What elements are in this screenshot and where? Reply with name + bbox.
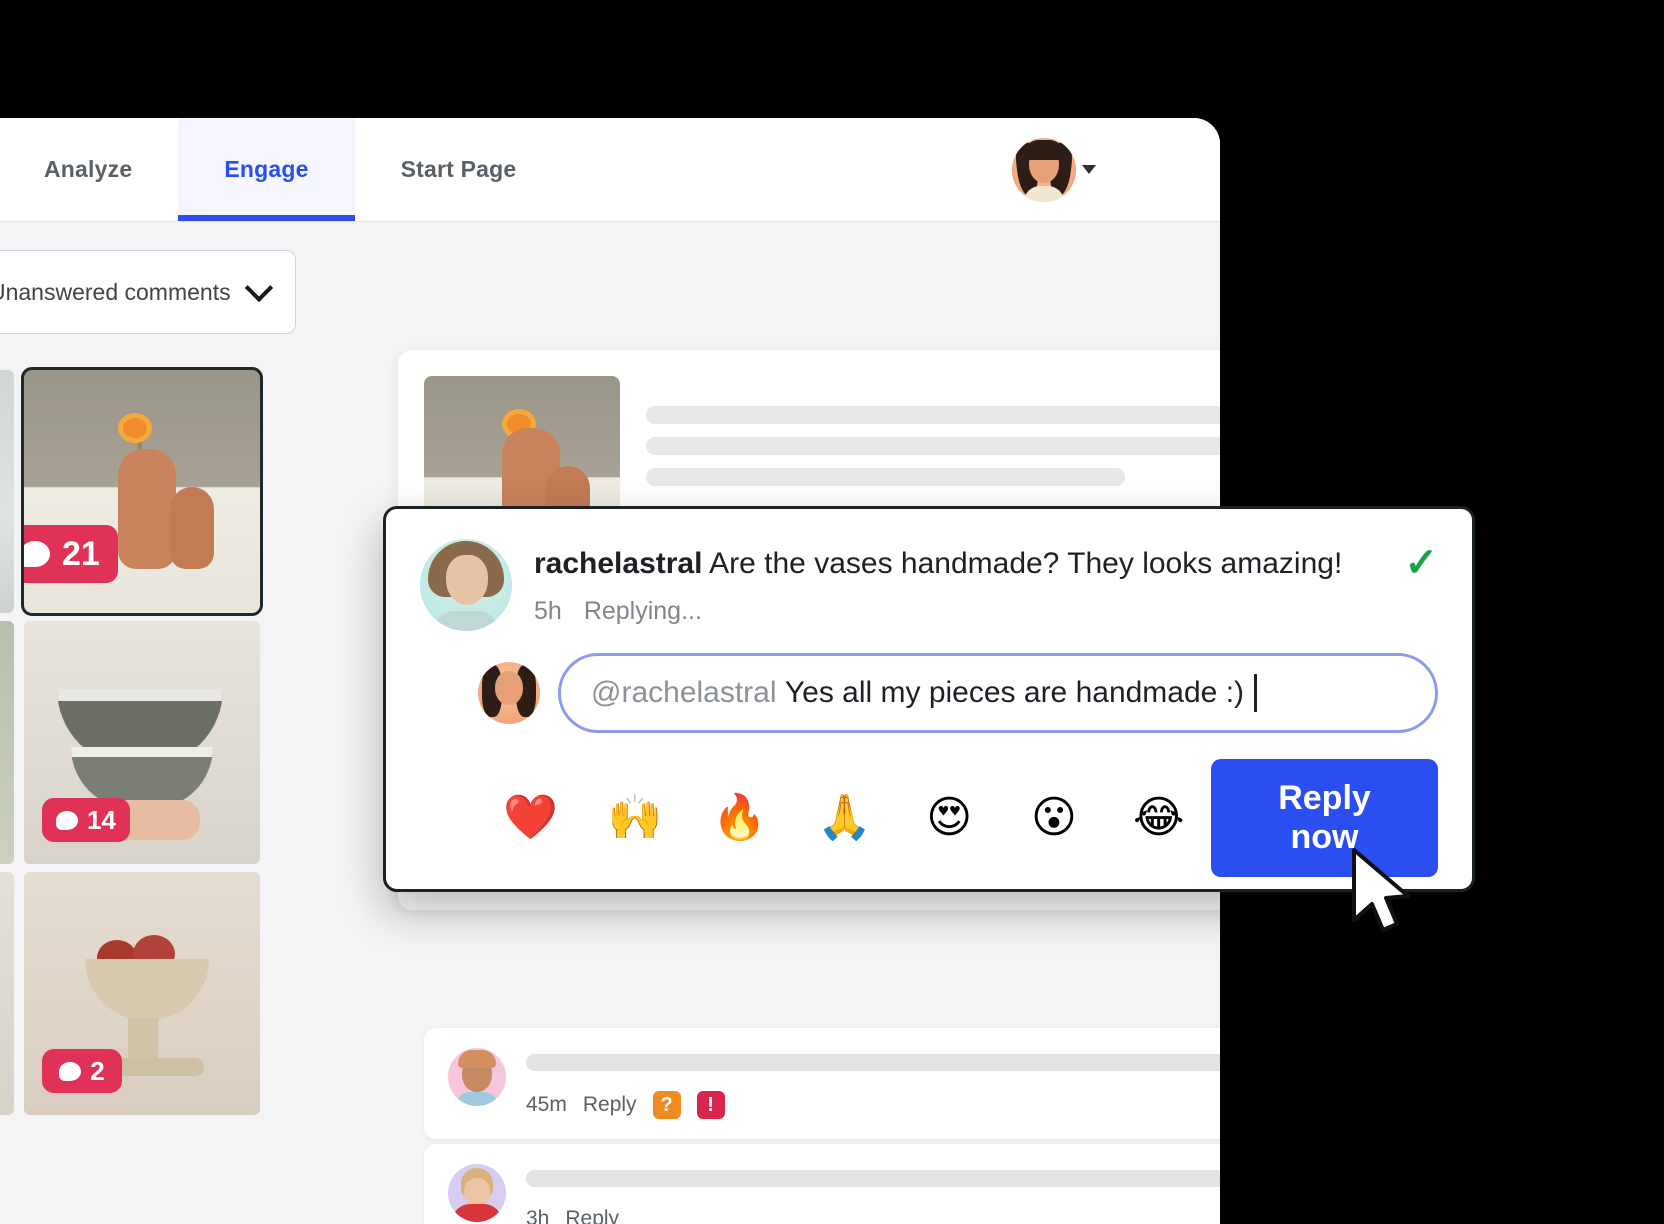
replying-status: Replying... — [583, 596, 702, 625]
avatar — [478, 662, 540, 724]
caption-line — [646, 468, 1125, 486]
open-mouth-emoji[interactable]: 😮 — [1002, 796, 1107, 840]
caption-line — [646, 406, 1220, 424]
comment-count-value: 14 — [87, 804, 116, 835]
folded-hands-emoji[interactable]: 🙏 — [792, 796, 897, 840]
tab-analyze-label: Analyze — [44, 156, 133, 182]
reply-link[interactable]: Reply — [565, 1207, 619, 1224]
comment-bubble-icon — [24, 541, 50, 567]
red-heart-emoji[interactable]: ❤️ — [478, 796, 583, 840]
caret-down-icon[interactable] — [1082, 165, 1096, 174]
comment-meta: 3h Reply — [526, 1207, 1220, 1224]
thumbnail-hands-bowls[interactable]: 14 — [24, 621, 260, 864]
comment-count-value: 2 — [90, 1055, 105, 1086]
comment-count-value: 21 — [62, 534, 100, 573]
comment-time: 3h — [526, 1207, 550, 1224]
reply-panel: rachelastral Are the vases handmade? The… — [383, 506, 1475, 892]
reply-now-button[interactable]: Reply now — [1211, 759, 1438, 877]
thumbnail-apple-bowl[interactable]: 2 — [24, 872, 260, 1115]
text-cursor — [1254, 674, 1258, 712]
reply-input-value: Yes all my pieces are handmade :) — [784, 676, 1245, 709]
mention-prefix: @rachelastral — [591, 676, 777, 709]
tab-analyze[interactable]: Analyze — [0, 118, 178, 221]
unanswered-comments-filter[interactable]: 56 Unanswered comments — [0, 250, 296, 334]
top-navigation-bar: Analyze Engage Start Page — [0, 118, 1220, 222]
question-badge[interactable]: ? — [652, 1091, 681, 1119]
comment-text-placeholder — [526, 1054, 1220, 1071]
avatar — [448, 1048, 506, 1106]
comment-row[interactable]: 45m Reply ? ! — [424, 1028, 1220, 1139]
avatar — [448, 1164, 506, 1222]
profile-menu[interactable] — [1012, 137, 1096, 202]
heart-eyes-emoji[interactable]: 😍 — [897, 796, 1002, 840]
filter-row: 56 Unanswered comments — [0, 250, 296, 334]
comment-body: Are the vases handmade? They looks amazi… — [709, 547, 1343, 580]
comment-meta: 5h Replying... — [534, 597, 1382, 626]
raising-hands-emoji[interactable]: 🙌 — [583, 796, 688, 840]
reply-link[interactable]: Reply — [583, 1093, 637, 1117]
comment-count-badge: 14 — [42, 798, 130, 842]
avatar — [420, 539, 512, 631]
fire-emoji[interactable]: 🔥 — [687, 796, 792, 840]
comment-count-badge: 2 — [42, 1049, 122, 1093]
caption-line — [646, 437, 1220, 455]
unanswered-label: Unanswered comments — [0, 278, 231, 305]
comment-bubble-icon — [56, 810, 78, 830]
comment-time: 5h — [534, 596, 562, 625]
avatar — [1012, 137, 1076, 202]
comment-bubble-icon — [59, 1061, 82, 1081]
tab-list: Analyze Engage Start Page — [0, 118, 562, 221]
comment-meta: 45m Reply ? ! — [526, 1091, 1220, 1119]
emoji-quick-reply-row: ❤️ 🙌 🔥 🙏 😍 😮 😂 Reply now — [420, 759, 1438, 877]
tab-start-page[interactable]: Start Page — [355, 118, 563, 221]
comment-text-placeholder — [526, 1170, 1220, 1187]
comment-row[interactable]: 3h Reply — [424, 1144, 1220, 1224]
tab-engage[interactable]: Engage — [178, 118, 355, 221]
post-thumbnail-grid: 21 14 2 — [0, 367, 263, 1115]
thumbnail-white-vase-room[interactable] — [0, 872, 14, 1115]
comment-author[interactable]: rachelastral — [534, 547, 702, 580]
urgent-badge[interactable]: ! — [696, 1091, 725, 1119]
filter-label: 56 Unanswered comments — [0, 279, 231, 306]
comment-time: 45m — [526, 1093, 567, 1116]
tab-engage-label: Engage — [224, 156, 309, 182]
comment-text: rachelastral Are the vases handmade? The… — [534, 545, 1382, 583]
thumbnail-terracotta-vases[interactable]: 21 — [21, 367, 263, 616]
check-icon[interactable]: ✓ — [1404, 543, 1438, 583]
thumbnail-green-plate[interactable] — [0, 621, 14, 864]
joy-tears-emoji[interactable]: 😂 — [1106, 796, 1211, 840]
thumbnail-mug-books[interactable] — [0, 370, 14, 613]
comment-count-badge: 21 — [24, 525, 118, 583]
chevron-down-icon[interactable] — [244, 273, 273, 303]
tab-start-page-label: Start Page — [400, 156, 517, 182]
screenshot-stage: Analyze Engage Start Page Unanswered com… — [0, 0, 1664, 1224]
reply-input[interactable]: @rachelastral Yes all my pieces are hand… — [558, 653, 1438, 733]
